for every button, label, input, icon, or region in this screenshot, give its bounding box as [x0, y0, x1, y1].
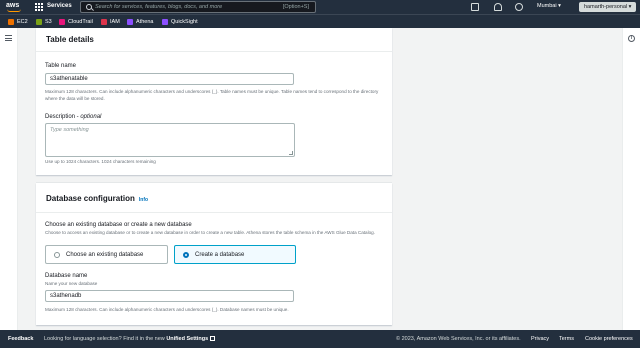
divider [36, 212, 392, 213]
existing-database-option[interactable]: Choose an existing database [45, 245, 168, 264]
help-icon[interactable] [515, 3, 523, 11]
right-help-strip: i [622, 28, 640, 330]
region-selector[interactable]: Mumbai ▾ [537, 3, 561, 9]
unified-settings-link[interactable]: Unified Settings [166, 336, 208, 342]
database-name-label: Database name [45, 273, 88, 279]
ec2-icon [8, 19, 14, 25]
services-button[interactable]: Services [47, 3, 72, 9]
external-link-icon [210, 336, 216, 341]
favorite-label: EC2 [17, 19, 28, 25]
favorites-bar: EC2 S3 CloudTrail IAM Athena QuickSight [0, 14, 640, 28]
favorite-ec2[interactable]: EC2 [8, 19, 28, 25]
description-label: Description - optional [45, 114, 101, 120]
cloudtrail-icon [59, 19, 65, 25]
favorite-athena[interactable]: Athena [127, 19, 153, 25]
option-label: Choose an existing database [66, 251, 144, 258]
favorite-iam[interactable]: IAM [101, 19, 120, 25]
resize-handle-icon[interactable] [289, 151, 293, 155]
radio-unselected-icon [54, 251, 60, 258]
info-icon[interactable]: i [628, 35, 635, 42]
description-textarea[interactable]: Type something [45, 123, 295, 157]
cookie-preferences-link[interactable]: Cookie preferences [585, 336, 633, 342]
language-notice-text: Looking for language selection? Find it … [44, 336, 167, 342]
copyright: © 2023, Amazon Web Services, Inc. or its… [396, 336, 521, 342]
aws-logo[interactable]: aws [6, 2, 24, 12]
database-configuration-panel: Database configuration Info Choose an ex… [36, 183, 392, 325]
create-database-option[interactable]: Create a database [174, 245, 296, 264]
footer: Feedback Looking for language selection?… [0, 330, 640, 348]
database-name-sublabel: Name your new database [45, 281, 98, 286]
search-icon [86, 4, 92, 10]
favorite-label: Athena [136, 19, 154, 25]
divider [36, 51, 392, 52]
left-nav-strip [0, 28, 18, 330]
search-placeholder: Search for services, features, blogs, do… [95, 4, 223, 10]
option-label: Create a database [195, 251, 245, 258]
bell-icon[interactable] [494, 3, 502, 11]
s3-icon [36, 19, 42, 25]
privacy-link[interactable]: Privacy [531, 336, 549, 342]
database-configuration-header: Database configuration Info [36, 194, 158, 203]
feedback-button[interactable]: Feedback [8, 336, 33, 342]
favorite-label: CloudTrail [68, 19, 93, 25]
search-input[interactable]: Search for services, features, blogs, do… [80, 1, 316, 13]
favorite-quicksight[interactable]: QuickSight [162, 19, 198, 25]
optional-label: optional [80, 114, 102, 120]
favorite-label: S3 [45, 19, 52, 25]
search-shortcut: [Option+S] [282, 4, 309, 10]
logo-text: aws [6, 2, 20, 9]
table-details-panel: Table details Table name s3athenatable M… [36, 28, 392, 175]
table-name-label: Table name [45, 63, 77, 69]
description-hint: Use up to 1024 characters. 1024 characte… [45, 159, 156, 164]
info-link[interactable]: Info [139, 197, 148, 203]
choose-database-hint: Choose to access an existing database or… [45, 230, 376, 235]
table-name-hint: Maximum 128 characters. Can include alph… [45, 89, 379, 101]
top-navigation: aws Services Search for services, featur… [0, 0, 640, 14]
terms-link[interactable]: Terms [559, 336, 574, 342]
iam-icon [101, 19, 107, 25]
table-details-heading: Table details [46, 35, 94, 44]
cloudshell-icon[interactable] [471, 3, 479, 11]
language-notice: Looking for language selection? Find it … [44, 336, 216, 342]
quicksight-icon [162, 19, 168, 25]
radio-selected-icon [183, 251, 189, 258]
favorite-cloudtrail[interactable]: CloudTrail [59, 19, 93, 25]
database-configuration-heading: Database configuration [46, 194, 135, 203]
athena-icon [127, 19, 133, 25]
choose-database-label: Choose an existing database or create a … [45, 222, 192, 228]
description-label-text: Description - [45, 114, 81, 120]
aws-smile-icon [7, 9, 21, 12]
database-name-input[interactable]: s3athenadb [45, 290, 294, 302]
services-grid-icon[interactable] [35, 3, 43, 11]
favorite-s3[interactable]: S3 [36, 19, 52, 25]
description-placeholder: Type something [50, 127, 89, 133]
favorite-label: QuickSight [171, 19, 198, 25]
table-name-input[interactable]: s3athenatable [45, 73, 294, 85]
menu-icon[interactable] [5, 35, 12, 43]
account-menu[interactable]: hamarth-personal ▾ [579, 2, 637, 12]
database-name-hint: Maximum 128 characters. Can include alph… [45, 307, 289, 312]
favorite-label: IAM [110, 19, 120, 25]
